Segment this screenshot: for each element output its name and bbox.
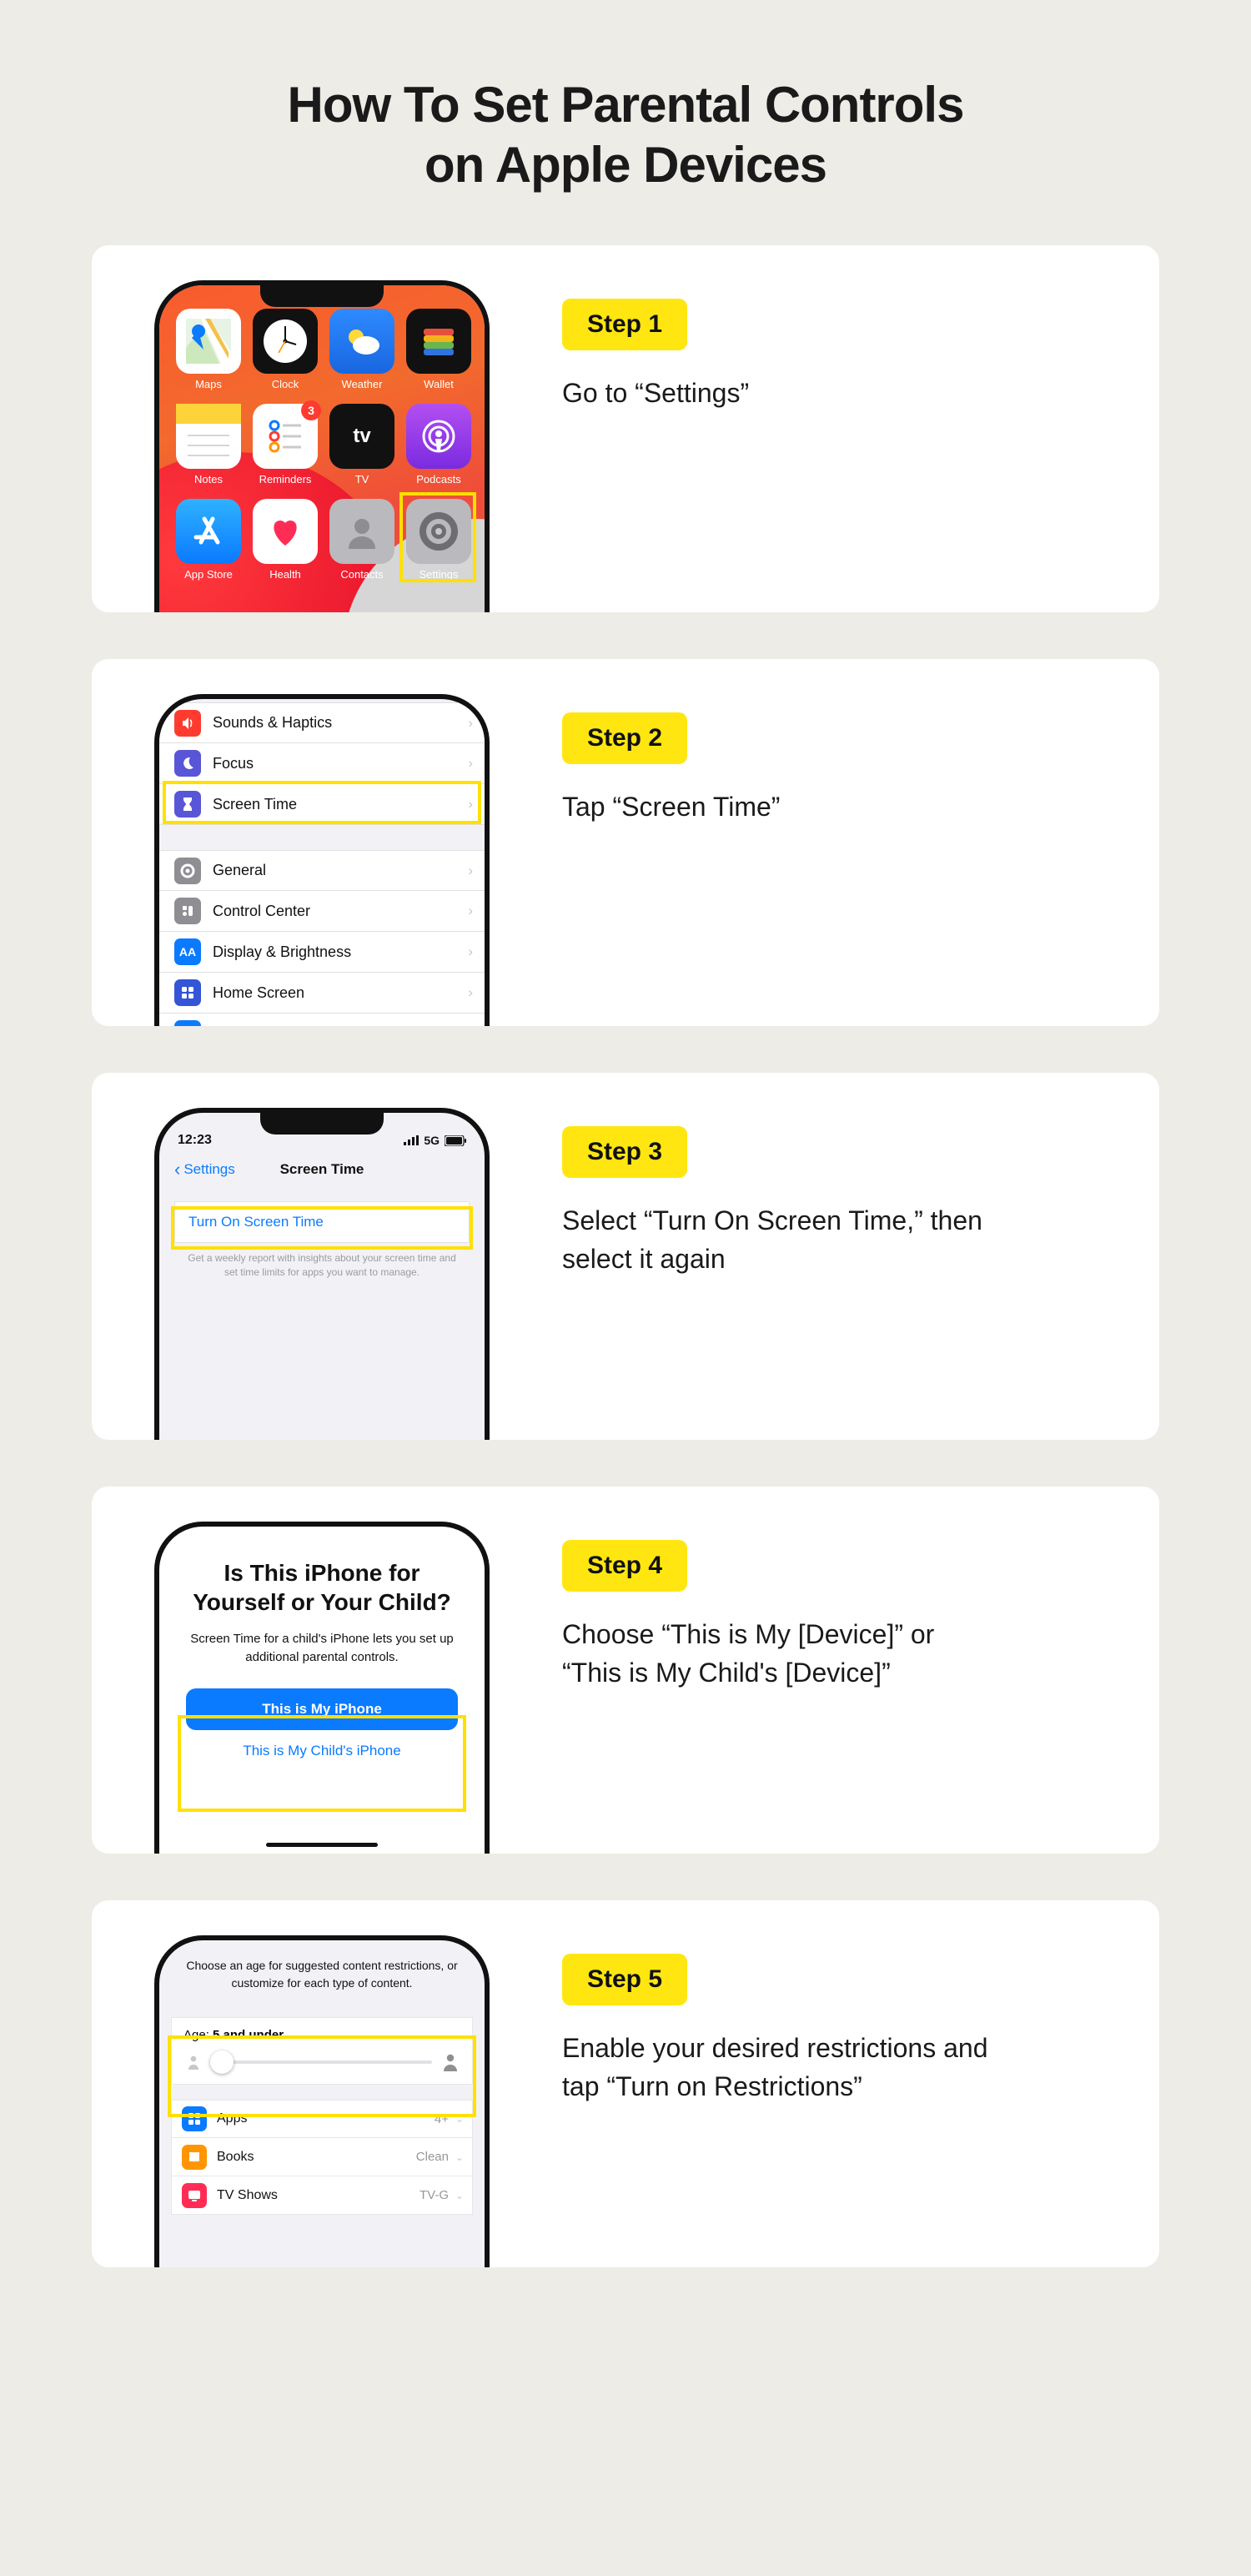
step-badge: Step 3 bbox=[562, 1126, 687, 1178]
app-appstore[interactable]: App Store bbox=[176, 499, 241, 581]
child-iphone-button[interactable]: This is My Child's iPhone bbox=[186, 1730, 458, 1772]
app-settings[interactable]: Settings bbox=[406, 499, 471, 581]
app-clock[interactable]: Clock bbox=[253, 309, 318, 390]
child-icon bbox=[183, 2052, 203, 2072]
settings-row-focus[interactable]: Focus› bbox=[159, 743, 485, 784]
question-title: Is This iPhone for Yourself or Your Chil… bbox=[179, 1558, 465, 1617]
app-podcasts[interactable]: Podcasts bbox=[406, 404, 471, 486]
adult-icon bbox=[440, 2052, 460, 2072]
home-indicator bbox=[266, 1843, 378, 1847]
settings-row-accessibility[interactable]: Accessibility› bbox=[159, 1014, 485, 1026]
settings-row-display[interactable]: AADisplay & Brightness› bbox=[159, 932, 485, 973]
settings-row-homescreen[interactable]: Home Screen› bbox=[159, 973, 485, 1014]
step-description: Enable your desired restrictions and tap… bbox=[562, 2029, 996, 2106]
app-notes[interactable]: Notes bbox=[176, 404, 241, 486]
settings-row-general[interactable]: General› bbox=[159, 850, 485, 891]
step-description: Tap “Screen Time” bbox=[562, 787, 996, 826]
phone-mock-4: Is This iPhone for Yourself or Your Chil… bbox=[154, 1522, 490, 1854]
app-maps[interactable]: Maps bbox=[176, 309, 241, 390]
turn-on-button[interactable]: Turn On Screen Time bbox=[174, 1201, 470, 1243]
app-weather[interactable]: Weather bbox=[329, 309, 394, 390]
my-iphone-button[interactable]: This is My iPhone bbox=[186, 1688, 458, 1730]
age-selector[interactable]: Age: 5 and under bbox=[171, 2017, 473, 2085]
restriction-row-tv[interactable]: TV ShowsTV-G⌄ bbox=[171, 2176, 473, 2215]
status-indicators: 5G bbox=[404, 1134, 466, 1147]
reminders-badge: 3 bbox=[301, 400, 321, 420]
app-wallet[interactable]: Wallet bbox=[406, 309, 471, 390]
step-badge: Step 5 bbox=[562, 1954, 687, 2005]
settings-row-controlcenter[interactable]: Control Center› bbox=[159, 891, 485, 932]
restriction-row-apps[interactable]: Apps4+⌄ bbox=[171, 2100, 473, 2138]
settings-row-sounds[interactable]: Sounds & Haptics› bbox=[159, 702, 485, 743]
app-tv[interactable]: tvTV bbox=[329, 404, 394, 486]
step-card-1: Maps Clock Weather Wallet Notes 3Reminde… bbox=[92, 245, 1159, 612]
settings-row-screentime[interactable]: Screen Time› bbox=[159, 784, 485, 825]
restriction-row-books[interactable]: BooksClean⌄ bbox=[171, 2138, 473, 2176]
phone-mock-2: Sounds & Haptics› Focus› Screen Time› Ge… bbox=[154, 694, 490, 1026]
app-reminders[interactable]: 3Reminders bbox=[253, 404, 318, 486]
step-description: Choose “This is My [Device]” or “This is… bbox=[562, 1615, 996, 1693]
step-card-3: 12:23 5G ‹Settings Screen Time Turn On S… bbox=[92, 1073, 1159, 1440]
step-badge: Step 2 bbox=[562, 712, 687, 764]
nav-title: Screen Time bbox=[280, 1161, 364, 1178]
age-slider-track[interactable] bbox=[212, 2060, 432, 2064]
question-subtitle: Screen Time for a child's iPhone lets yo… bbox=[179, 1630, 465, 1667]
back-button[interactable]: ‹Settings bbox=[174, 1159, 235, 1180]
step-badge: Step 1 bbox=[562, 299, 687, 350]
app-contacts[interactable]: Contacts bbox=[329, 499, 394, 581]
hint-text: Get a weekly report with insights about … bbox=[159, 1243, 485, 1280]
step-badge: Step 4 bbox=[562, 1540, 687, 1592]
phone-mock-1: Maps Clock Weather Wallet Notes 3Reminde… bbox=[154, 280, 490, 612]
step-description: Select “Turn On Screen Time,” then selec… bbox=[562, 1201, 996, 1279]
intro-text: Choose an age for suggested content rest… bbox=[159, 1940, 485, 1992]
app-health[interactable]: Health bbox=[253, 499, 318, 581]
status-time: 12:23 bbox=[178, 1133, 212, 1148]
step-card-4: Is This iPhone for Yourself or Your Chil… bbox=[92, 1487, 1159, 1854]
step-card-5: Choose an age for suggested content rest… bbox=[92, 1900, 1159, 2267]
step-description: Go to “Settings” bbox=[562, 374, 996, 412]
page-title: How To Set Parental Controlson Apple Dev… bbox=[92, 75, 1159, 195]
step-card-2: Sounds & Haptics› Focus› Screen Time› Ge… bbox=[92, 659, 1159, 1026]
phone-mock-3: 12:23 5G ‹Settings Screen Time Turn On S… bbox=[154, 1108, 490, 1440]
age-slider-thumb[interactable] bbox=[210, 2050, 234, 2074]
phone-mock-5: Choose an age for suggested content rest… bbox=[154, 1935, 490, 2267]
